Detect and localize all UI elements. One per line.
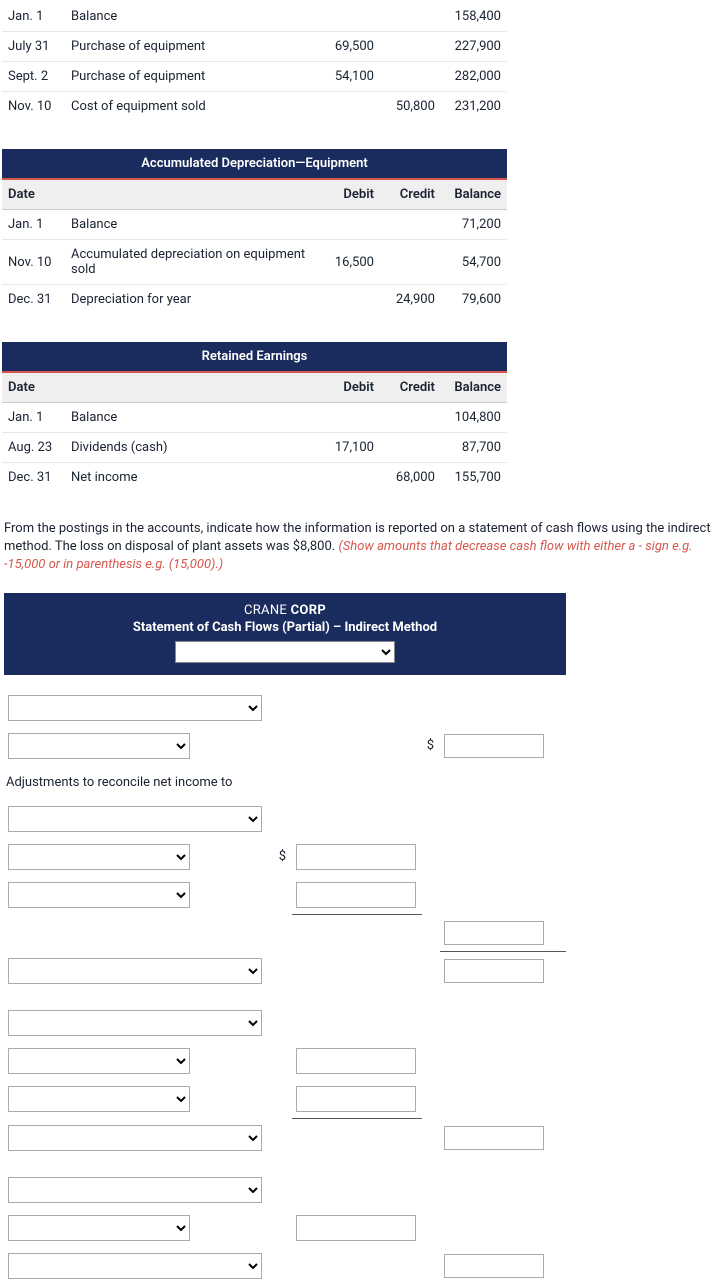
- section3-select[interactable]: [8, 1177, 262, 1203]
- table-row: Dec. 31 Net income 68,000 155,700: [2, 463, 507, 493]
- ledger-header-row: Date Debit Credit Balance: [2, 372, 507, 403]
- inv1-select[interactable]: [8, 1048, 190, 1074]
- inv2-input[interactable]: [296, 1086, 416, 1112]
- cashflow-form: CRANE CORP Statement of Cash Flows (Part…: [4, 593, 566, 1285]
- section2-select[interactable]: [8, 1010, 262, 1036]
- netcash-fin-select[interactable]: [8, 1253, 262, 1279]
- form-table: $ Adjustments to reconcile net income to…: [4, 689, 566, 1285]
- instruction-text: From the postings in the accounts, indic…: [4, 520, 714, 575]
- table-row: Jan. 1 Balance 158,400: [2, 2, 507, 32]
- table-row: Aug. 23 Dividends (cash) 17,100 87,700: [2, 433, 507, 463]
- table-row: Sept. 2 Purchase of equipment 54,100 282…: [2, 62, 507, 92]
- equipment-ledger: Jan. 1 Balance 158,400 July 31 Purchase …: [2, 2, 507, 121]
- inv1-input[interactable]: [296, 1048, 416, 1074]
- netincome-input[interactable]: [444, 734, 544, 758]
- statement-title: Statement of Cash Flows (Partial) – Indi…: [12, 620, 558, 635]
- netcash-inv-input[interactable]: [444, 1126, 544, 1150]
- period-select[interactable]: [175, 641, 395, 663]
- netcash-op-input[interactable]: [444, 959, 544, 983]
- dollar-sign: $: [274, 838, 292, 876]
- fin1-input[interactable]: [296, 1215, 416, 1241]
- netcash-inv-select[interactable]: [8, 1125, 262, 1151]
- adj1-input[interactable]: [296, 844, 416, 870]
- section1-select[interactable]: [8, 695, 262, 721]
- fin1-select[interactable]: [8, 1215, 190, 1241]
- table-row: Dec. 31 Depreciation for year 24,900 79,…: [2, 285, 507, 315]
- table-row: Jan. 1 Balance 71,200: [2, 210, 507, 240]
- adjustments-label: Adjustments to reconcile net income to: [4, 765, 566, 800]
- company-name: CRANE CORP: [12, 603, 558, 618]
- netincome-select[interactable]: [8, 733, 190, 759]
- re-ledger: Retained Earnings Date Debit Credit Bala…: [2, 342, 507, 492]
- accdep-title: Accumulated Depreciation—Equipment: [2, 149, 507, 179]
- table-row: July 31 Purchase of equipment 69,500 227…: [2, 32, 507, 62]
- re-title: Retained Earnings: [2, 342, 507, 372]
- adj1-select[interactable]: [8, 844, 190, 870]
- adj-subtotal-input[interactable]: [444, 921, 544, 945]
- netcash-fin-input[interactable]: [444, 1254, 544, 1278]
- table-row: Jan. 1 Balance 104,800: [2, 403, 507, 433]
- adj-target-select[interactable]: [8, 806, 262, 832]
- inv2-select[interactable]: [8, 1086, 190, 1112]
- adj2-input[interactable]: [296, 882, 416, 908]
- table-row: Nov. 10 Cost of equipment sold 50,800 23…: [2, 92, 507, 122]
- dollar-sign: $: [422, 727, 440, 765]
- ledger-header-row: Date Debit Credit Balance: [2, 179, 507, 210]
- table-row: Nov. 10 Accumulated depreciation on equi…: [2, 240, 507, 285]
- adj2-select[interactable]: [8, 882, 190, 908]
- form-header: CRANE CORP Statement of Cash Flows (Part…: [4, 593, 566, 675]
- accdep-ledger: Accumulated Depreciation—Equipment Date …: [2, 149, 507, 314]
- netcash-op-select[interactable]: [8, 958, 262, 984]
